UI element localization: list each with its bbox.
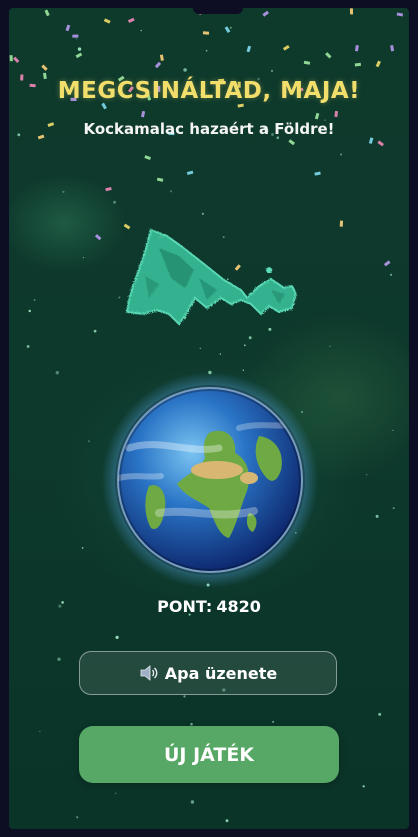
speaker-icon: [140, 665, 158, 681]
new-game-button[interactable]: ÚJ JÁTÉK: [79, 726, 339, 783]
score-display: PONT: 4820: [9, 597, 409, 616]
score-value: 4820: [216, 597, 261, 616]
score-label: PONT:: [157, 597, 213, 616]
phone-frame: MEGCSINÁLTAD, MAJA! Kockamalac hazaért a…: [0, 0, 418, 837]
new-game-label: ÚJ JÁTÉK: [163, 743, 255, 766]
victory-screen: MEGCSINÁLTAD, MAJA! Kockamalac hazaért a…: [9, 8, 409, 829]
dad-message-label: Apa üzenete: [164, 663, 278, 683]
earth-globe: [102, 372, 318, 588]
dad-message-button[interactable]: Apa üzenete: [79, 651, 337, 695]
